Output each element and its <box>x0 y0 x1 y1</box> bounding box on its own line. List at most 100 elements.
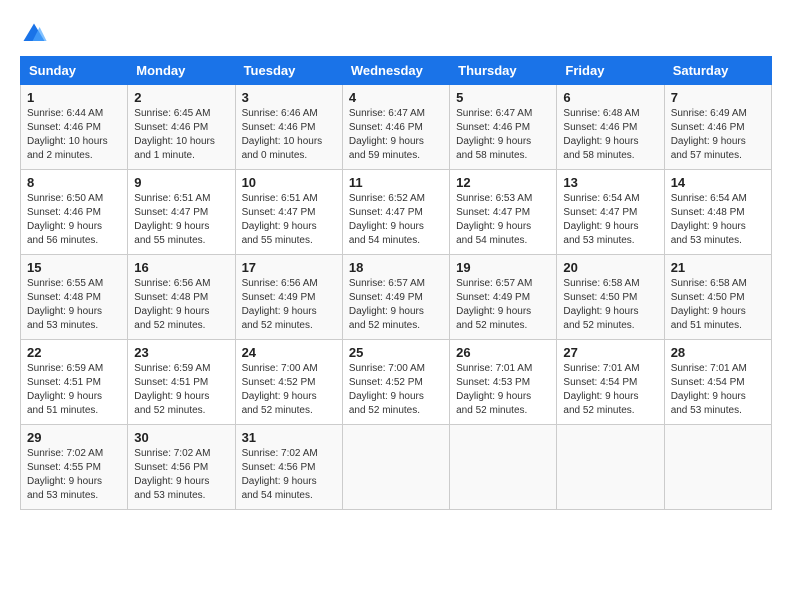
day-info: Sunrise: 7:02 AMSunset: 4:56 PMDaylight:… <box>242 447 336 503</box>
day-info: Sunrise: 7:00 AMSunset: 4:52 PMDaylight:… <box>349 362 443 418</box>
calendar-cell <box>664 425 771 510</box>
col-header-saturday: Saturday <box>664 57 771 85</box>
day-number: 4 <box>349 90 443 105</box>
day-number: 17 <box>242 260 336 275</box>
day-number: 16 <box>134 260 228 275</box>
calendar-week-row: 8 Sunrise: 6:50 AMSunset: 4:46 PMDaylight… <box>21 170 772 255</box>
logo-icon <box>20 20 48 48</box>
calendar-cell: 21 Sunrise: 6:58 AMSunset: 4:50 PMDayligh… <box>664 255 771 340</box>
calendar-week-row: 22 Sunrise: 6:59 AMSunset: 4:51 PMDayligh… <box>21 340 772 425</box>
day-number: 31 <box>242 430 336 445</box>
calendar-cell: 2Sunrise: 6:45 AMSunset: 4:46 PMDaylight… <box>128 85 235 170</box>
day-number: 6 <box>563 90 657 105</box>
day-info: Sunrise: 6:50 AMSunset: 4:46 PMDaylight:… <box>27 192 121 248</box>
calendar-cell: 18Sunrise: 6:57 AMSunset: 4:49 PMDayligh… <box>342 255 449 340</box>
calendar-cell: 11 Sunrise: 6:52 AMSunset: 4:47 PMDayligh… <box>342 170 449 255</box>
day-number: 1 <box>27 90 121 105</box>
page-header <box>20 20 772 48</box>
calendar-cell: 3 Sunrise: 6:46 AMSunset: 4:46 PMDaylight… <box>235 85 342 170</box>
day-info: Sunrise: 6:55 AMSunset: 4:48 PMDaylight:… <box>27 277 121 333</box>
day-info: Sunrise: 6:54 AMSunset: 4:47 PMDaylight:… <box>563 192 657 248</box>
day-info: Sunrise: 6:52 AMSunset: 4:47 PMDaylight:… <box>349 192 443 248</box>
day-number: 3 <box>242 90 336 105</box>
calendar-cell: 10Sunrise: 6:51 AMSunset: 4:47 PMDayligh… <box>235 170 342 255</box>
day-number: 26 <box>456 345 550 360</box>
calendar-cell: 9 Sunrise: 6:51 AMSunset: 4:47 PMDaylight… <box>128 170 235 255</box>
day-info: Sunrise: 6:51 AMSunset: 4:47 PMDaylight:… <box>134 192 228 248</box>
day-info: Sunrise: 6:56 AMSunset: 4:49 PMDaylight:… <box>242 277 336 333</box>
calendar-cell: 7 Sunrise: 6:49 AMSunset: 4:46 PMDaylight… <box>664 85 771 170</box>
col-header-wednesday: Wednesday <box>342 57 449 85</box>
calendar-cell: 19 Sunrise: 6:57 AMSunset: 4:49 PMDayligh… <box>450 255 557 340</box>
day-info: Sunrise: 6:54 AMSunset: 4:48 PMDaylight:… <box>671 192 765 248</box>
day-info: Sunrise: 7:00 AMSunset: 4:52 PMDaylight:… <box>242 362 336 418</box>
day-number: 21 <box>671 260 765 275</box>
calendar-cell: 29Sunrise: 7:02 AMSunset: 4:55 PMDayligh… <box>21 425 128 510</box>
day-info: Sunrise: 6:47 AMSunset: 4:46 PMDaylight:… <box>349 107 443 163</box>
day-number: 25 <box>349 345 443 360</box>
calendar-cell: 12Sunrise: 6:53 AMSunset: 4:47 PMDayligh… <box>450 170 557 255</box>
day-info: Sunrise: 6:58 AMSunset: 4:50 PMDaylight:… <box>671 277 765 333</box>
day-number: 20 <box>563 260 657 275</box>
calendar-header-row: SundayMondayTuesdayWednesdayThursdayFrid… <box>21 57 772 85</box>
calendar-cell: 25 Sunrise: 7:00 AMSunset: 4:52 PMDayligh… <box>342 340 449 425</box>
day-info: Sunrise: 6:58 AMSunset: 4:50 PMDaylight:… <box>563 277 657 333</box>
day-info: Sunrise: 7:01 AMSunset: 4:54 PMDaylight:… <box>671 362 765 418</box>
calendar-cell: 28 Sunrise: 7:01 AMSunset: 4:54 PMDayligh… <box>664 340 771 425</box>
day-info: Sunrise: 6:53 AMSunset: 4:47 PMDaylight:… <box>456 192 550 248</box>
day-info: Sunrise: 6:44 AMSunset: 4:46 PMDaylight:… <box>27 107 121 163</box>
calendar-cell: 17 Sunrise: 6:56 AMSunset: 4:49 PMDayligh… <box>235 255 342 340</box>
day-info: Sunrise: 6:57 AMSunset: 4:49 PMDaylight:… <box>349 277 443 333</box>
calendar-cell <box>557 425 664 510</box>
day-number: 24 <box>242 345 336 360</box>
day-info: Sunrise: 6:49 AMSunset: 4:46 PMDaylight:… <box>671 107 765 163</box>
calendar-cell: 26 Sunrise: 7:01 AMSunset: 4:53 PMDayligh… <box>450 340 557 425</box>
calendar-cell: 15Sunrise: 6:55 AMSunset: 4:48 PMDayligh… <box>21 255 128 340</box>
calendar-cell: 22Sunrise: 6:59 AMSunset: 4:51 PMDayligh… <box>21 340 128 425</box>
logo <box>20 20 52 48</box>
calendar-cell: 13 Sunrise: 6:54 AMSunset: 4:47 PMDayligh… <box>557 170 664 255</box>
day-number: 14 <box>671 175 765 190</box>
day-number: 27 <box>563 345 657 360</box>
day-info: Sunrise: 6:59 AMSunset: 4:51 PMDaylight:… <box>134 362 228 418</box>
calendar-cell: 4 Sunrise: 6:47 AMSunset: 4:46 PMDaylight… <box>342 85 449 170</box>
day-info: Sunrise: 6:57 AMSunset: 4:49 PMDaylight:… <box>456 277 550 333</box>
col-header-tuesday: Tuesday <box>235 57 342 85</box>
calendar-week-row: 1 Sunrise: 6:44 AMSunset: 4:46 PMDaylight… <box>21 85 772 170</box>
calendar-cell <box>342 425 449 510</box>
calendar-cell: 1 Sunrise: 6:44 AMSunset: 4:46 PMDaylight… <box>21 85 128 170</box>
calendar-cell: 8 Sunrise: 6:50 AMSunset: 4:46 PMDaylight… <box>21 170 128 255</box>
calendar-cell: 23 Sunrise: 6:59 AMSunset: 4:51 PMDayligh… <box>128 340 235 425</box>
day-number: 10 <box>242 175 336 190</box>
calendar-cell: 16 Sunrise: 6:56 AMSunset: 4:48 PMDayligh… <box>128 255 235 340</box>
day-number: 19 <box>456 260 550 275</box>
calendar-cell: 30Sunrise: 7:02 AMSunset: 4:56 PMDayligh… <box>128 425 235 510</box>
day-info: Sunrise: 7:01 AMSunset: 4:53 PMDaylight:… <box>456 362 550 418</box>
day-number: 9 <box>134 175 228 190</box>
col-header-sunday: Sunday <box>21 57 128 85</box>
day-number: 13 <box>563 175 657 190</box>
calendar-cell: 5 Sunrise: 6:47 AMSunset: 4:46 PMDaylight… <box>450 85 557 170</box>
day-info: Sunrise: 6:47 AMSunset: 4:46 PMDaylight:… <box>456 107 550 163</box>
calendar-week-row: 15Sunrise: 6:55 AMSunset: 4:48 PMDayligh… <box>21 255 772 340</box>
day-info: Sunrise: 6:46 AMSunset: 4:46 PMDaylight:… <box>242 107 336 163</box>
day-number: 30 <box>134 430 228 445</box>
calendar-cell: 31 Sunrise: 7:02 AMSunset: 4:56 PMDayligh… <box>235 425 342 510</box>
day-number: 29 <box>27 430 121 445</box>
col-header-monday: Monday <box>128 57 235 85</box>
day-number: 7 <box>671 90 765 105</box>
day-number: 8 <box>27 175 121 190</box>
calendar-week-row: 29Sunrise: 7:02 AMSunset: 4:55 PMDayligh… <box>21 425 772 510</box>
calendar-cell: 27 Sunrise: 7:01 AMSunset: 4:54 PMDayligh… <box>557 340 664 425</box>
day-info: Sunrise: 6:48 AMSunset: 4:46 PMDaylight:… <box>563 107 657 163</box>
calendar-table: SundayMondayTuesdayWednesdayThursdayFrid… <box>20 56 772 510</box>
calendar-cell: 24 Sunrise: 7:00 AMSunset: 4:52 PMDayligh… <box>235 340 342 425</box>
day-info: Sunrise: 6:56 AMSunset: 4:48 PMDaylight:… <box>134 277 228 333</box>
day-number: 28 <box>671 345 765 360</box>
day-number: 22 <box>27 345 121 360</box>
day-number: 23 <box>134 345 228 360</box>
day-number: 11 <box>349 175 443 190</box>
day-info: Sunrise: 7:01 AMSunset: 4:54 PMDaylight:… <box>563 362 657 418</box>
calendar-cell <box>450 425 557 510</box>
day-number: 5 <box>456 90 550 105</box>
